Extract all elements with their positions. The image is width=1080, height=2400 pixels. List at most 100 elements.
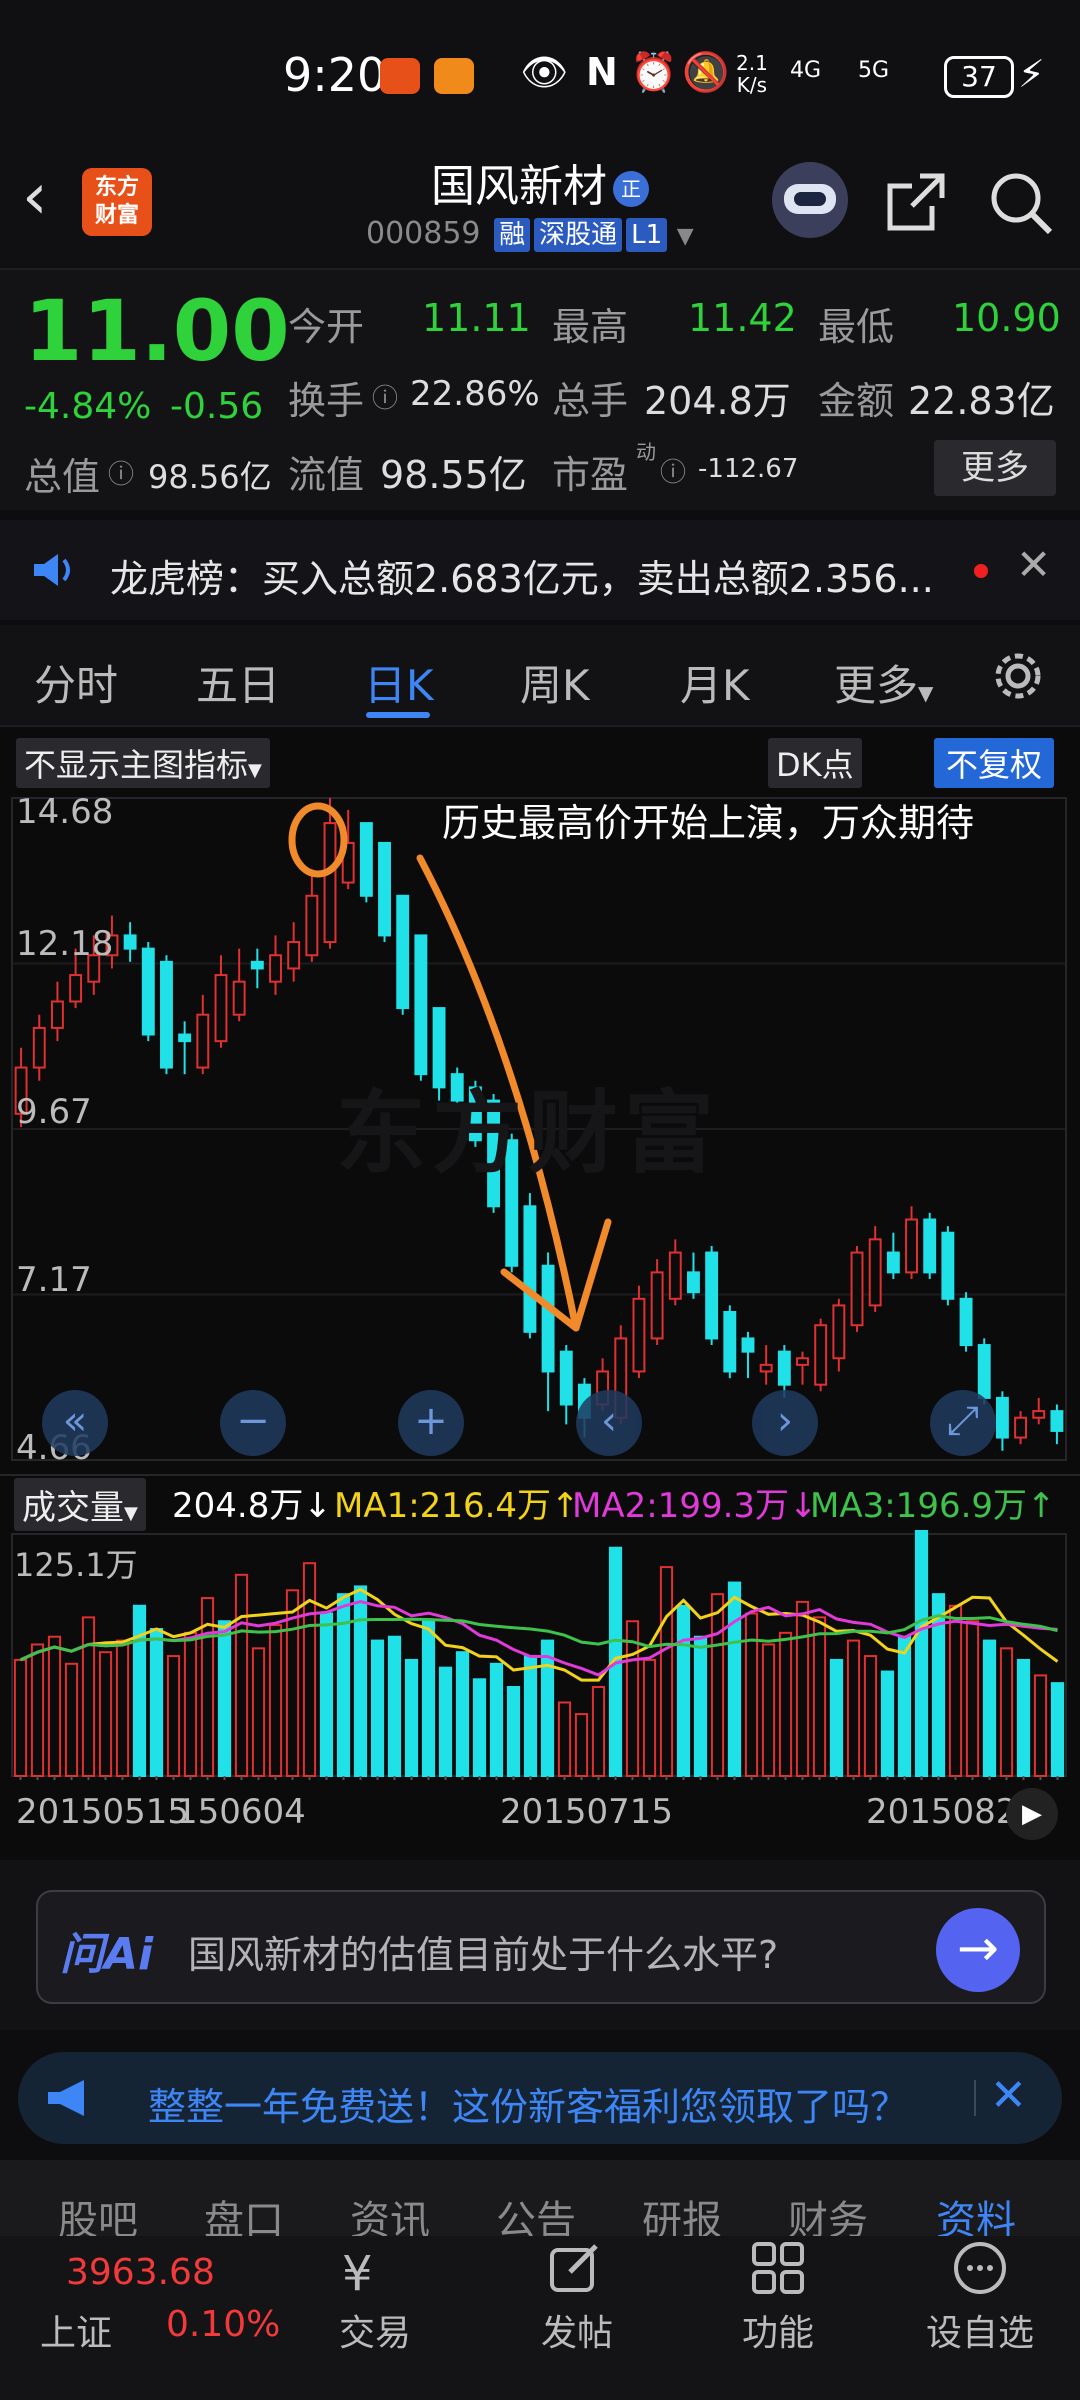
candle-body — [178, 1033, 192, 1043]
scroll-right-button[interactable]: › — [752, 1390, 818, 1456]
volume-bar — [914, 1530, 929, 1777]
y-tick-label: 7.17 — [16, 1260, 92, 1300]
volume-bar — [965, 1620, 980, 1777]
candle-body — [923, 1218, 937, 1274]
pe-value: -112.67 — [698, 454, 799, 484]
tab-research[interactable]: 研报 — [642, 2188, 722, 2236]
volume-bar — [591, 1686, 606, 1777]
play-icon[interactable]: ▶ — [1006, 1788, 1058, 1840]
fullscreen-button[interactable]: ⤢ — [930, 1390, 996, 1456]
turnover-label: 换手 — [288, 379, 365, 423]
watermark: 东方财富 — [336, 1081, 720, 1186]
indicator-select[interactable]: 不显示主图指标▼ — [16, 738, 270, 788]
ai-send-button[interactable]: → — [936, 1908, 1020, 1992]
nav-post[interactable]: 发帖 — [517, 2304, 637, 2356]
megaphone-icon — [48, 2080, 84, 2116]
info-icon[interactable]: ⓘ — [108, 454, 134, 491]
tab-weekly-k[interactable]: 周K — [520, 652, 590, 713]
candle-body — [378, 841, 391, 937]
candle-body — [814, 1324, 828, 1386]
nav-add-watchlist[interactable]: 设自选 — [920, 2304, 1040, 2356]
tab-guba[interactable]: 股吧 — [58, 2188, 138, 2236]
info-tabs: 股吧 盘口 资讯 公告 研报 财务 资料 — [0, 2160, 1080, 2236]
grid-icon[interactable] — [750, 2240, 806, 2296]
candle-body — [141, 947, 155, 1036]
index-value[interactable]: 3963.68 — [66, 2252, 215, 2293]
tab-profile[interactable]: 资料 — [936, 2188, 1016, 2236]
info-icon[interactable]: ⓘ — [372, 378, 398, 415]
volume-bar — [1016, 1658, 1031, 1778]
ai-robot-icon[interactable] — [772, 162, 848, 238]
close-icon[interactable]: ✕ — [990, 2070, 1027, 2121]
ma1-value: MA1:216.4万↑ — [334, 1486, 580, 1526]
index-change[interactable]: 0.10% — [166, 2304, 280, 2345]
close-icon[interactable]: ✕ — [1016, 540, 1051, 589]
unread-dot — [974, 564, 988, 578]
high-label: 最高 — [552, 305, 629, 349]
candle-body — [559, 1350, 573, 1406]
nav-functions[interactable]: 功能 — [718, 2304, 838, 2356]
dk-point-button[interactable]: DK点 — [768, 738, 862, 788]
candle-body — [196, 1013, 210, 1069]
candle-body — [160, 960, 173, 1069]
tab-pankou[interactable]: 盘口 — [204, 2188, 284, 2236]
y-tick-label: 14.68 — [16, 792, 114, 832]
volume-indicator-select[interactable]: 成交量▼ — [14, 1478, 146, 1531]
zheng-badge: 正 — [613, 171, 649, 207]
zoom-out-button[interactable]: − — [220, 1390, 286, 1456]
candle-body — [741, 1337, 755, 1353]
candle-body — [650, 1271, 664, 1340]
nav-trade[interactable]: 交易 — [315, 2304, 435, 2356]
current-volume: 204.8万↓ — [172, 1486, 332, 1526]
candle-body — [269, 954, 282, 983]
ai-logo: 问Ai — [60, 1929, 154, 1980]
more-dots-icon[interactable] — [952, 2240, 1008, 2296]
candle-body — [1050, 1410, 1064, 1432]
divider — [974, 2080, 976, 2116]
annotation-text: 历史最高价开始上演，万众期待 — [442, 801, 975, 845]
more-quote-button[interactable]: 更多 — [934, 440, 1056, 496]
scroll-left-fast-button[interactable]: « — [42, 1390, 108, 1456]
adjust-button[interactable]: 不复权 — [934, 738, 1055, 788]
tab-finance[interactable]: 财务 — [788, 2188, 868, 2236]
tab-news[interactable]: 资讯 — [350, 2188, 430, 2236]
trade-icon[interactable]: ¥ — [342, 2246, 373, 2302]
x-tick-label: 2015082 — [866, 1792, 1018, 1832]
info-icon[interactable]: ⓘ — [660, 452, 686, 489]
volume-bar — [727, 1581, 742, 1777]
volume-bar — [64, 1662, 79, 1777]
stock-code-row[interactable]: 000859 融深股通 L1 ▼ — [366, 216, 694, 252]
volume-bar — [574, 1713, 589, 1777]
volume-bar — [217, 1620, 232, 1777]
volume-bar — [557, 1701, 572, 1778]
volume-bar — [982, 1639, 997, 1777]
index-name[interactable]: 上证 — [40, 2304, 112, 2356]
x-tick-label: 150604 — [176, 1792, 306, 1832]
open-label: 今开 — [288, 305, 365, 349]
tab-5day[interactable]: 五日 — [196, 652, 280, 713]
tab-monthly-k[interactable]: 月K — [680, 652, 750, 713]
tab-intraday[interactable]: 分时 — [34, 652, 118, 713]
share-icon[interactable] — [884, 170, 948, 234]
volume-bar — [710, 1593, 725, 1777]
tab-more[interactable]: 更多▼ — [834, 652, 933, 713]
volume-bar — [81, 1616, 96, 1778]
volume-bar — [115, 1639, 130, 1777]
candle-body — [214, 974, 228, 1043]
scroll-left-button[interactable]: ‹ — [576, 1390, 642, 1456]
amount-value: 22.83亿 — [908, 379, 1055, 423]
tab-daily-k[interactable]: 日K — [364, 652, 434, 713]
ma2-value: MA2:199.3万↓ — [572, 1486, 818, 1526]
mktcap-label: 总值 — [24, 455, 101, 499]
candle-body — [1032, 1410, 1046, 1419]
x-tick-label: 20150515 — [16, 1792, 190, 1832]
gear-icon[interactable] — [990, 648, 1046, 704]
volume-bar — [642, 1658, 657, 1778]
post-icon[interactable] — [546, 2240, 602, 2296]
volume-chart[interactable] — [0, 1530, 1080, 1780]
candle-body — [523, 1205, 537, 1333]
zoom-in-button[interactable]: + — [398, 1390, 464, 1456]
tab-announcements[interactable]: 公告 — [496, 2188, 576, 2236]
candle-body — [50, 1000, 64, 1029]
search-icon[interactable] — [988, 170, 1054, 236]
